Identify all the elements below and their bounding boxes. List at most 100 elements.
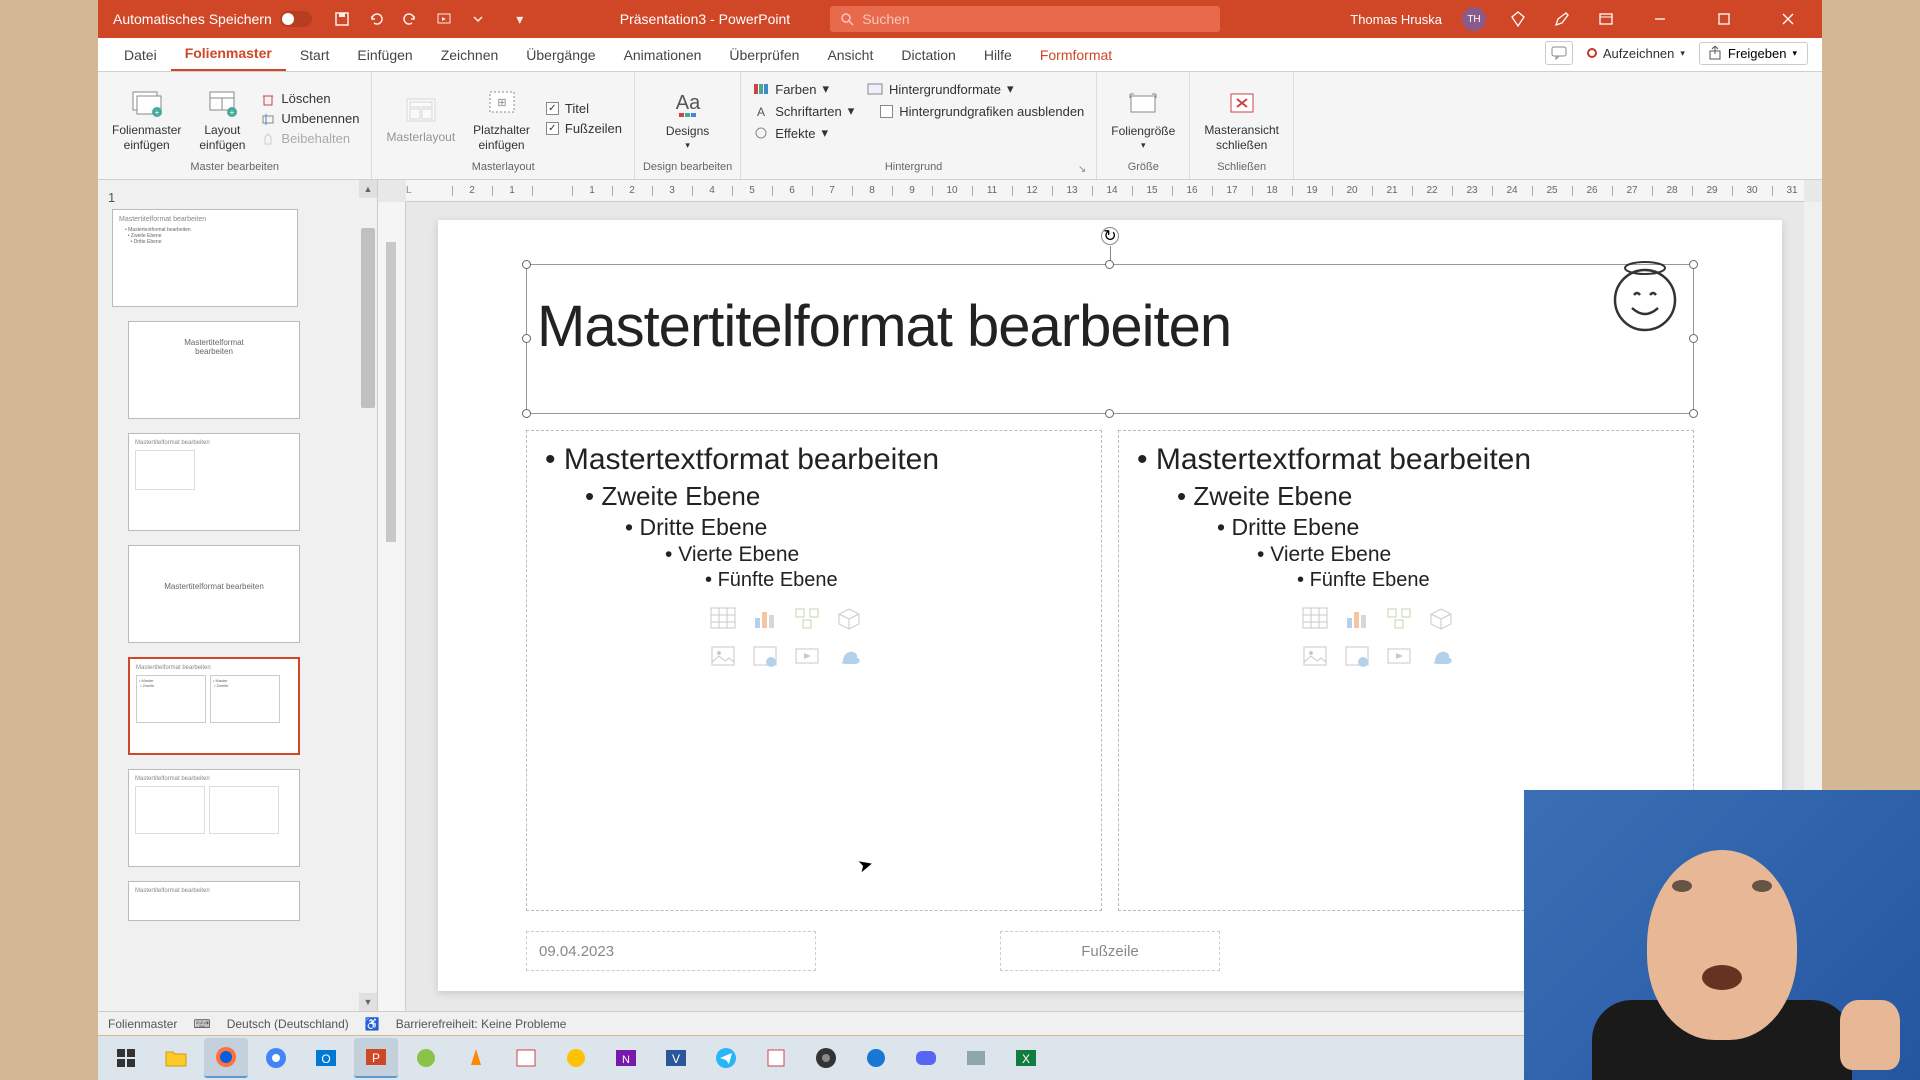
tab-uebergaenge[interactable]: Übergänge bbox=[512, 39, 609, 71]
insert-layout-button[interactable]: +Layout einfügen bbox=[193, 81, 251, 156]
title-text[interactable]: Mastertitelformat bearbeiten bbox=[527, 265, 1693, 388]
content-placeholder-left[interactable]: • Mastertextformat bearbeiten • Zweite E… bbox=[526, 430, 1102, 911]
insert-chart-icon[interactable] bbox=[1339, 602, 1375, 634]
app-icon-4[interactable] bbox=[754, 1038, 798, 1078]
maximize-button[interactable] bbox=[1702, 0, 1746, 38]
save-icon[interactable] bbox=[332, 9, 352, 29]
discord-icon[interactable] bbox=[904, 1038, 948, 1078]
record-button[interactable]: Aufzeichnen▾ bbox=[1587, 46, 1685, 61]
delete-button[interactable]: Löschen bbox=[257, 90, 363, 107]
tab-hilfe[interactable]: Hilfe bbox=[970, 39, 1026, 71]
insert-table-icon[interactable] bbox=[705, 602, 741, 634]
tab-folienmaster[interactable]: Folienmaster bbox=[171, 37, 286, 71]
thumbnail-layout-4-selected[interactable]: Mastertitelformat bearbeiten• Master • Z… bbox=[128, 657, 300, 755]
themes-button[interactable]: AaDesigns▾ bbox=[660, 82, 715, 155]
file-explorer-icon[interactable] bbox=[154, 1038, 198, 1078]
scroll-up-icon[interactable]: ▲ bbox=[359, 180, 377, 198]
rename-button[interactable]: Umbenennen bbox=[257, 110, 363, 127]
thumbnail-master[interactable]: Mastertitelformat bearbeiten• Mastertext… bbox=[112, 209, 298, 307]
footers-checkbox[interactable]: ✓Fußzeilen bbox=[542, 120, 626, 137]
footer-placeholder[interactable]: Fußzeile bbox=[1000, 931, 1220, 971]
keyboard-icon[interactable]: ⌨ bbox=[193, 1017, 210, 1031]
comments-button[interactable] bbox=[1545, 41, 1573, 65]
resize-handle[interactable] bbox=[522, 334, 531, 343]
thumbnail-scrollbar[interactable]: ▲ ▼ bbox=[359, 180, 377, 1011]
effects-button[interactable]: Effekte ▾ bbox=[749, 124, 832, 142]
scroll-down-icon[interactable]: ▼ bbox=[359, 993, 377, 1011]
search-input[interactable]: Suchen bbox=[830, 6, 1220, 32]
insert-slide-master-button[interactable]: +Folienmaster einfügen bbox=[106, 81, 187, 156]
user-avatar[interactable]: TH bbox=[1462, 7, 1486, 31]
insert-online-picture-icon[interactable] bbox=[1339, 640, 1375, 672]
onenote-icon[interactable]: N bbox=[604, 1038, 648, 1078]
resize-handle[interactable] bbox=[1105, 409, 1114, 418]
resize-handle[interactable] bbox=[1689, 409, 1698, 418]
undo-icon[interactable] bbox=[366, 9, 386, 29]
user-name[interactable]: Thomas Hruska bbox=[1350, 12, 1442, 27]
app-icon-1[interactable] bbox=[404, 1038, 448, 1078]
thumbnail-layout-5[interactable]: Mastertitelformat bearbeiten bbox=[128, 769, 300, 867]
resize-handle[interactable] bbox=[1689, 334, 1698, 343]
chrome-icon[interactable] bbox=[254, 1038, 298, 1078]
app-icon-3[interactable] bbox=[554, 1038, 598, 1078]
background-styles-button[interactable]: Hintergrundformate ▾ bbox=[863, 80, 1018, 98]
accessibility-icon[interactable]: ♿ bbox=[365, 1017, 380, 1031]
autosave-toggle[interactable]: Automatisches Speichern bbox=[113, 11, 312, 27]
dialog-launcher-icon[interactable]: ↘ bbox=[1078, 164, 1086, 175]
tab-ueberpruefen[interactable]: Überprüfen bbox=[715, 39, 813, 71]
scrollbar-thumb[interactable] bbox=[361, 228, 375, 408]
insert-picture-icon[interactable] bbox=[705, 640, 741, 672]
tab-dictation[interactable]: Dictation bbox=[887, 39, 969, 71]
toggle-switch[interactable] bbox=[280, 11, 312, 27]
firefox-icon[interactable] bbox=[204, 1038, 248, 1078]
tab-formformat[interactable]: Formformat bbox=[1026, 39, 1126, 71]
pen-icon[interactable] bbox=[1550, 7, 1574, 31]
app-icon-v[interactable]: V bbox=[654, 1038, 698, 1078]
start-button[interactable] bbox=[104, 1038, 148, 1078]
tab-einfuegen[interactable]: Einfügen bbox=[343, 39, 426, 71]
close-button[interactable] bbox=[1766, 0, 1810, 38]
app-icon-5[interactable] bbox=[854, 1038, 898, 1078]
more-icon[interactable] bbox=[468, 9, 488, 29]
share-button[interactable]: Freigeben▾ bbox=[1699, 42, 1808, 65]
insert-table-icon[interactable] bbox=[1297, 602, 1333, 634]
window-icon[interactable] bbox=[1594, 7, 1618, 31]
powerpoint-icon[interactable]: P bbox=[354, 1038, 398, 1078]
qat-customize-icon[interactable]: ▾ bbox=[510, 9, 530, 29]
insert-icon-icon[interactable] bbox=[1423, 640, 1459, 672]
insert-chart-icon[interactable] bbox=[747, 602, 783, 634]
insert-picture-icon[interactable] bbox=[1297, 640, 1333, 672]
excel-icon[interactable]: X bbox=[1004, 1038, 1048, 1078]
smiley-icon[interactable] bbox=[1608, 260, 1682, 334]
obs-icon[interactable] bbox=[804, 1038, 848, 1078]
insert-video-icon[interactable] bbox=[1381, 640, 1417, 672]
app-icon-2[interactable] bbox=[504, 1038, 548, 1078]
tab-ansicht[interactable]: Ansicht bbox=[813, 39, 887, 71]
vlc-icon[interactable] bbox=[454, 1038, 498, 1078]
tab-datei[interactable]: Datei bbox=[110, 39, 171, 71]
outlook-icon[interactable]: O bbox=[304, 1038, 348, 1078]
insert-3d-icon[interactable] bbox=[1423, 602, 1459, 634]
close-master-view-button[interactable]: Masteransicht schließen bbox=[1198, 81, 1285, 156]
fonts-button[interactable]: ASchriftarten ▾ bbox=[749, 102, 858, 120]
rotate-handle-icon[interactable]: ↻ bbox=[1101, 227, 1119, 245]
redo-icon[interactable] bbox=[400, 9, 420, 29]
title-placeholder[interactable]: ↻ Mastertitelformat bearbeiten bbox=[526, 264, 1694, 414]
status-language[interactable]: Deutsch (Deutschland) bbox=[227, 1017, 349, 1031]
thumbnail-layout-6[interactable]: Mastertitelformat bearbeiten bbox=[128, 881, 300, 921]
insert-video-icon[interactable] bbox=[789, 640, 825, 672]
resize-handle[interactable] bbox=[1105, 260, 1114, 269]
resize-handle[interactable] bbox=[1689, 260, 1698, 269]
thumbnail-layout-3[interactable]: Mastertitelformat bearbeiten bbox=[128, 545, 300, 643]
resize-handle[interactable] bbox=[522, 409, 531, 418]
hide-bg-graphics-checkbox[interactable]: Hintergrundgrafiken ausblenden bbox=[876, 102, 1088, 120]
minimize-button[interactable] bbox=[1638, 0, 1682, 38]
insert-smartart-icon[interactable] bbox=[789, 602, 825, 634]
colors-button[interactable]: Farben ▾ bbox=[749, 80, 833, 98]
title-checkbox[interactable]: ✓Titel bbox=[542, 100, 626, 117]
diamond-icon[interactable] bbox=[1506, 7, 1530, 31]
insert-3d-icon[interactable] bbox=[831, 602, 867, 634]
slide-size-button[interactable]: Foliengröße▾ bbox=[1105, 82, 1181, 155]
insert-placeholder-button[interactable]: ⊞Platzhalter einfügen bbox=[467, 81, 536, 156]
insert-smartart-icon[interactable] bbox=[1381, 602, 1417, 634]
